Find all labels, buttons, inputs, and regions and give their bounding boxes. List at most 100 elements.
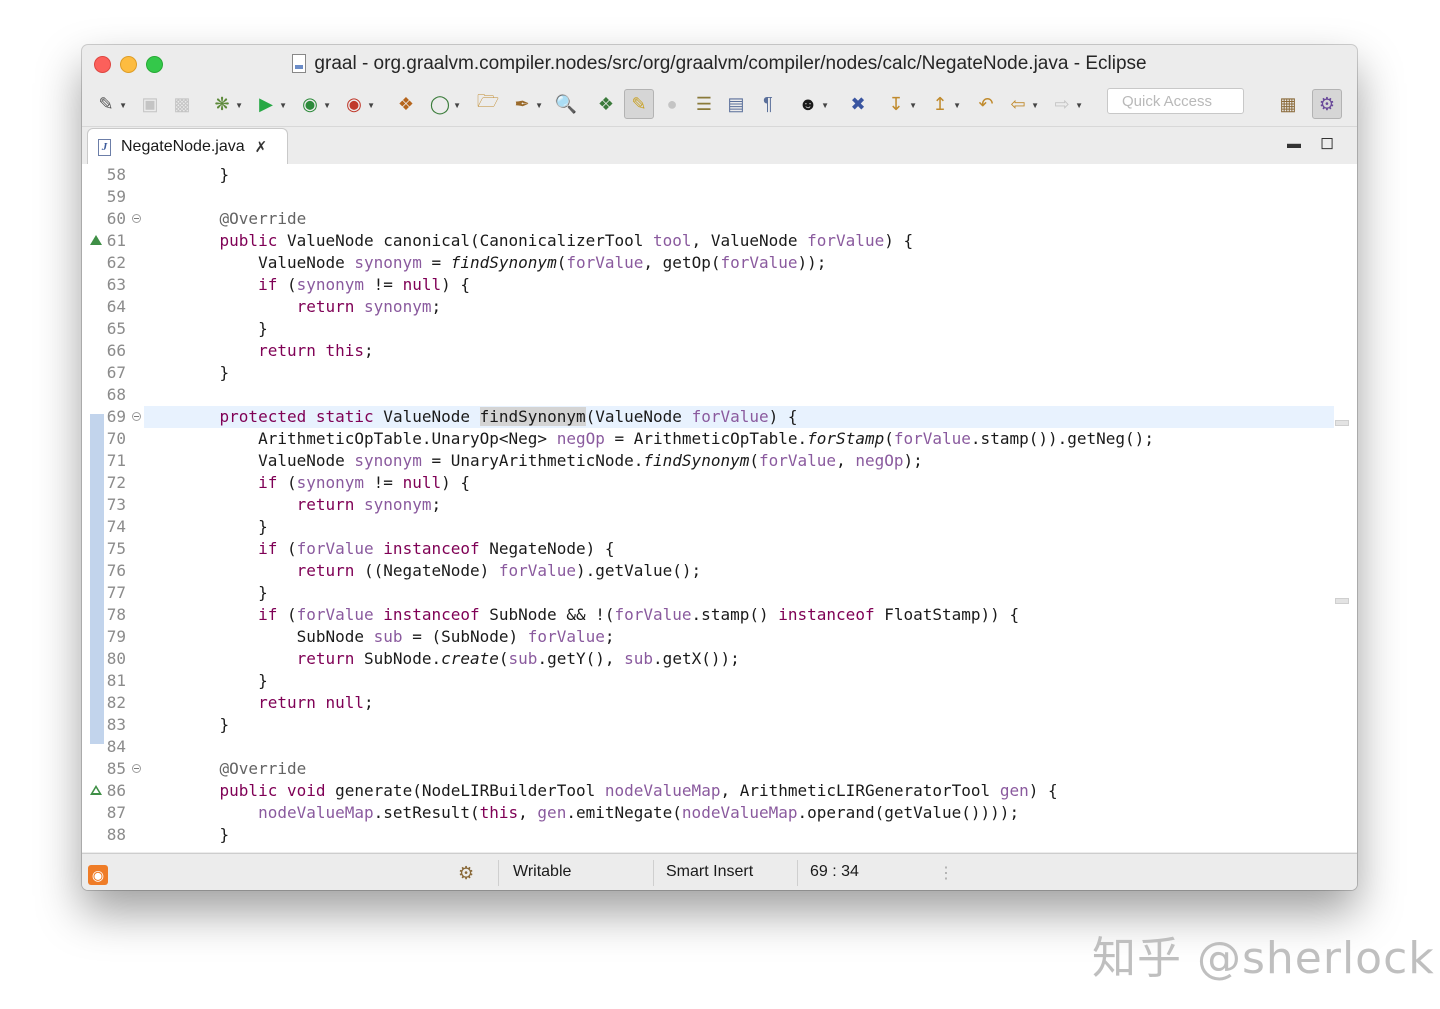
fold-toggle-icon[interactable] (132, 764, 141, 773)
user-icon[interactable]: ☻ ▼ (796, 92, 829, 116)
code-token: forValue (807, 231, 885, 250)
search-icon[interactable]: 🔍 (554, 92, 578, 116)
back-icon[interactable]: ⇦ ▼ (1006, 92, 1039, 116)
overview-marker[interactable] (1335, 598, 1349, 604)
code-line[interactable]: } (144, 318, 1334, 340)
external-tools-icon[interactable]: ◉ ▼ (342, 92, 375, 116)
code-line[interactable]: return ((NegateNode) forValue).getValue(… (144, 560, 1334, 582)
rss-feed-icon[interactable]: ◉ (88, 865, 108, 885)
code-token: forValue (566, 253, 644, 272)
zoom-window-button[interactable] (146, 56, 163, 73)
code-token: forValue (720, 253, 798, 272)
close-icon[interactable]: ✗ (255, 138, 268, 156)
code-line[interactable]: ArithmeticOpTable.UnaryOp<Neg> negOp = A… (144, 428, 1334, 450)
code-token: tool (653, 231, 692, 250)
java-perspective-icon[interactable]: ⚙ (1312, 89, 1342, 119)
tab-negatenode-java[interactable]: J NegateNode.java ✗ (87, 128, 288, 165)
code-line[interactable]: return null; (144, 692, 1334, 714)
code-line[interactable]: } (144, 362, 1334, 384)
annotation-prev-icon[interactable]: ↥ ▼ (928, 92, 961, 116)
code-line[interactable] (144, 736, 1334, 758)
line-number-text: 87 (106, 803, 126, 822)
toggle-breadcrumb-icon[interactable]: ❖ (594, 92, 618, 116)
coverage-icon[interactable]: ◉ ▼ (298, 92, 331, 116)
code-token: forValue (296, 605, 374, 624)
close-window-button[interactable] (94, 56, 111, 73)
word-wrap-icon[interactable]: ▤ (724, 92, 748, 116)
code-line[interactable]: } (144, 714, 1334, 736)
code-token: } (181, 825, 230, 844)
java-editor[interactable]: 58 59 60 61 62 63 64 65 66 67 68 69 70 71 72 73 74 75 76 77… (82, 164, 1357, 852)
code-line[interactable]: return this; (144, 340, 1334, 362)
quick-access-input[interactable]: Quick Access (1107, 88, 1244, 114)
overview-marker[interactable] (1335, 420, 1349, 426)
code-area[interactable]: } @Override public ValueNode canonical(C… (144, 164, 1334, 846)
last-edit-location-icon[interactable]: ↶ (974, 92, 998, 116)
code-line[interactable]: } (144, 670, 1334, 692)
show-whitespace-icon[interactable]: ☰ (692, 92, 716, 116)
perspective-open-icon[interactable]: ▦ (1276, 92, 1300, 116)
code-line[interactable]: return synonym; (144, 494, 1334, 516)
code-line[interactable]: } (144, 824, 1334, 846)
insert-mode-toggle-icon[interactable]: ⚙ (458, 863, 474, 884)
code-token: = (421, 253, 451, 272)
open-type-icon[interactable]: 🗁 (476, 91, 500, 116)
debug-icon[interactable]: ❋ ▼ (210, 92, 243, 116)
minimize-icon[interactable]: ▬ (1287, 135, 1301, 151)
code-token: gen (999, 781, 1029, 800)
new-java-class-icon[interactable]: ◯ ▼ (428, 92, 461, 116)
code-line[interactable]: @Override (144, 208, 1334, 230)
status-grip-icon[interactable]: ⋮ (938, 863, 954, 883)
code-line[interactable]: ValueNode synonym = findSynonym(forValue… (144, 252, 1334, 274)
override-marker-icon[interactable] (90, 235, 102, 245)
window-title: graal - org.graalvm.compiler.nodes/src/o… (314, 52, 1147, 74)
open-task-icon[interactable]: ✒ ▼ (510, 92, 543, 116)
code-line[interactable] (144, 186, 1334, 208)
code-line[interactable]: if (synonym != null) { (144, 274, 1334, 296)
run-icon[interactable]: ▶ ▼ (254, 92, 287, 116)
fold-toggle-icon[interactable] (132, 214, 141, 223)
code-line[interactable]: if (forValue instanceof SubNode && !(for… (144, 604, 1334, 626)
code-token: ; (604, 627, 615, 646)
code-line[interactable]: @Override (144, 758, 1334, 780)
pin-editor-icon[interactable]: ✖ (846, 92, 870, 116)
code-line[interactable]: } (144, 582, 1334, 604)
override-marker-icon[interactable] (90, 785, 102, 795)
code-token: , (836, 451, 856, 470)
code-line[interactable]: return synonym; (144, 296, 1334, 318)
code-token: , (518, 803, 538, 822)
code-line[interactable]: public ValueNode canonical(Canonicalizer… (144, 230, 1334, 252)
minimize-window-button[interactable] (120, 56, 137, 73)
code-line[interactable]: ValueNode synonym = UnaryArithmeticNode.… (144, 450, 1334, 472)
code-token: ) { (768, 407, 798, 426)
code-line[interactable] (144, 384, 1334, 406)
toggle-mark-occurrences-icon[interactable]: ✎ (624, 89, 654, 119)
line-number-text: 83 (106, 715, 126, 734)
code-token: forValue (614, 605, 692, 624)
new-wizard-icon[interactable]: ✎ ▼ (94, 92, 127, 116)
code-line[interactable]: nodeValueMap.setResult(this, gen.emitNeg… (144, 802, 1334, 824)
code-token: .stamp()).getNeg(); (970, 429, 1154, 448)
new-java-package-icon[interactable]: ❖ (394, 92, 418, 116)
code-line[interactable]: } (144, 164, 1334, 186)
code-line[interactable]: public void generate(NodeLIRBuilderTool … (144, 780, 1334, 802)
code-line[interactable]: if (forValue instanceof NegateNode) { (144, 538, 1334, 560)
code-token: public (219, 231, 278, 250)
save-all-icon[interactable]: ▩ (170, 92, 194, 116)
code-token: = ArithmeticOpTable. (604, 429, 808, 448)
fold-toggle-icon[interactable] (132, 412, 141, 421)
toggle-block-selection-icon[interactable]: ● (660, 92, 684, 116)
code-line[interactable]: return SubNode.create(sub.getY(), sub.ge… (144, 648, 1334, 670)
forward-icon[interactable]: ⇨ ▼ (1050, 92, 1083, 116)
pilcrow-icon[interactable]: ¶ (756, 92, 780, 116)
annotation-next-icon[interactable]: ↧ ▼ (884, 92, 917, 116)
maximize-icon[interactable]: ◻ (1320, 133, 1334, 153)
code-token: null (402, 275, 442, 294)
code-line[interactable]: SubNode sub = (SubNode) forValue; (144, 626, 1334, 648)
save-icon[interactable]: ▣ (138, 92, 162, 116)
code-token: synonym (354, 451, 422, 470)
line-number-text: 71 (106, 451, 126, 470)
code-line[interactable]: } (144, 516, 1334, 538)
code-line[interactable]: protected static ValueNode findSynonym(V… (144, 406, 1334, 428)
code-line[interactable]: if (synonym != null) { (144, 472, 1334, 494)
